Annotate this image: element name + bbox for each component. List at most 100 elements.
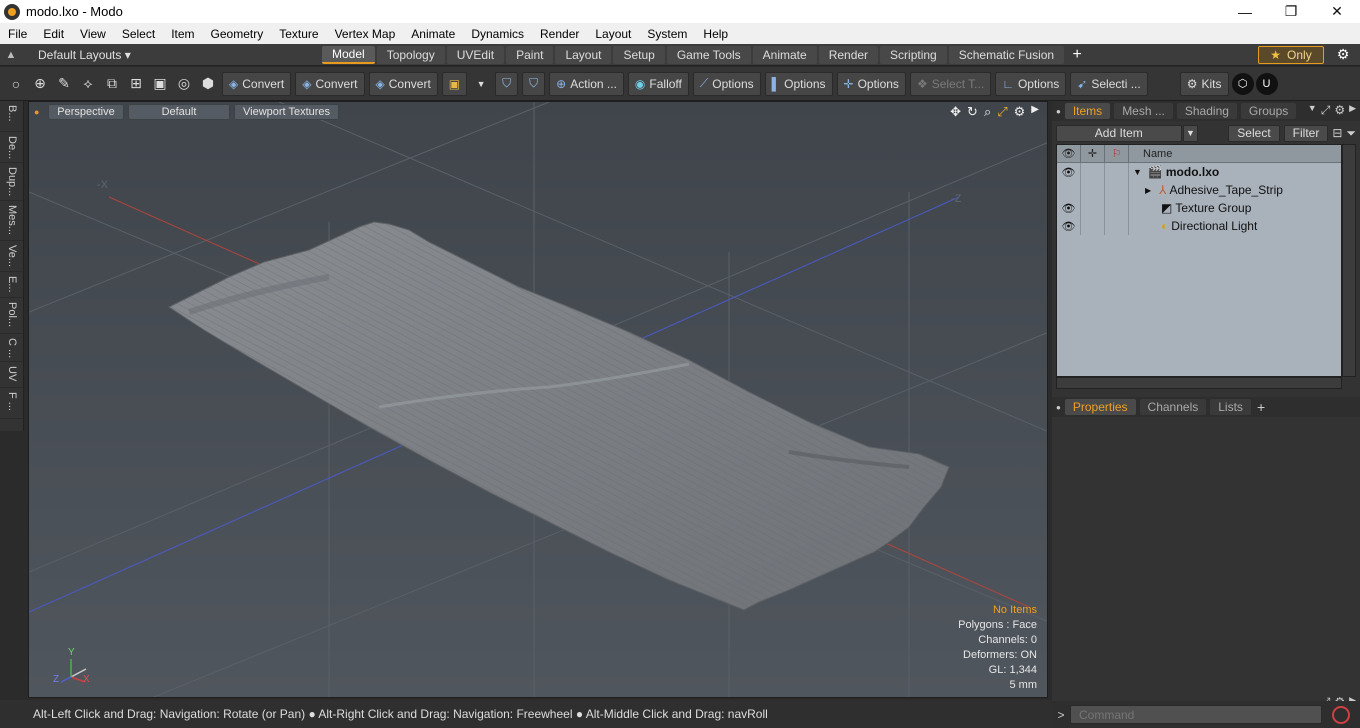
left-tab-mesh-edit[interactable]: Mes...: [0, 201, 23, 241]
record-macro-icon[interactable]: [1332, 705, 1350, 724]
eye-icon[interactable]: 👁: [1057, 217, 1081, 235]
options-button-4[interactable]: ∟ Options: [995, 71, 1067, 96]
tab-schematic-fusion[interactable]: Schematic Fusion: [948, 45, 1065, 64]
workplane-button[interactable]: ⛉: [522, 71, 546, 96]
pen-icon[interactable]: ✎: [53, 73, 75, 95]
tab-topology[interactable]: Topology: [376, 45, 445, 64]
material-mode-icon[interactable]: ◎: [173, 73, 195, 95]
gear-icon[interactable]: ⚙: [1332, 46, 1354, 64]
sphere-icon[interactable]: ⊕: [29, 73, 51, 95]
viewport-canvas[interactable]: -X -Z Y Z X: [29, 102, 1048, 698]
3d-viewport[interactable]: -X -Z Y Z X ● Perspective Default Viewpo…: [28, 101, 1048, 698]
menu-item[interactable]: Item: [163, 27, 202, 41]
options-button-1[interactable]: ⟋ Options: [692, 71, 761, 96]
menu-texture[interactable]: Texture: [271, 27, 326, 41]
chevron-down-icon[interactable]: ▼: [470, 73, 492, 95]
left-tab-polygon[interactable]: Pol...: [0, 298, 23, 334]
tab-scripting[interactable]: Scripting: [880, 45, 947, 64]
minimize-button[interactable]: —: [1222, 0, 1268, 23]
select-button[interactable]: Select: [1228, 124, 1280, 142]
add-item-button[interactable]: Add Item: [1056, 124, 1182, 142]
list-item-modo-lxo[interactable]: 👁 ▼ 🎬 modo.lxo: [1057, 163, 1341, 181]
close-button[interactable]: ✕: [1314, 0, 1360, 23]
item-mode-icon[interactable]: ▣: [149, 73, 171, 95]
collapse-icon[interactable]: ⊟: [1332, 126, 1342, 140]
tab-model[interactable]: Model: [322, 45, 375, 64]
viewport-textures-dropdown[interactable]: Viewport Textures: [234, 104, 340, 120]
name-column-header[interactable]: Name: [1143, 148, 1172, 160]
polygon-mode-icon[interactable]: ⊞: [125, 73, 147, 95]
list-item-texture-group[interactable]: 👁 ◩ Texture Group: [1057, 199, 1341, 217]
vertex-mode-icon[interactable]: ○: [5, 73, 27, 95]
zoom-icon[interactable]: ⌕: [984, 104, 991, 120]
tab-groups[interactable]: Groups: [1240, 103, 1297, 119]
edge-mode-icon[interactable]: ⧉: [101, 73, 123, 95]
add-tab-icon[interactable]: +: [1066, 46, 1088, 64]
viewport-menu-arrow-icon[interactable]: ▶: [1031, 104, 1039, 120]
menu-select[interactable]: Select: [114, 27, 163, 41]
eye-icon[interactable]: 👁: [1057, 199, 1081, 217]
menu-system[interactable]: System: [639, 27, 695, 41]
collapse-arrow-icon[interactable]: ▶: [1145, 186, 1151, 195]
visibility-column-icon[interactable]: 👁: [1057, 144, 1081, 163]
tab-paint[interactable]: Paint: [506, 45, 554, 64]
tab-render[interactable]: Render: [818, 45, 879, 64]
tab-setup[interactable]: Setup: [613, 45, 665, 64]
modo-logo-icon[interactable]: ⬡: [1231, 72, 1254, 95]
menu-geometry[interactable]: Geometry: [203, 27, 272, 41]
convert-button-1[interactable]: ◈ Convert: [222, 71, 292, 96]
maximize-viewport-icon[interactable]: ⤢: [997, 104, 1007, 120]
only-toggle[interactable]: ★ Only: [1258, 46, 1324, 64]
items-horizontal-scrollbar[interactable]: [1056, 377, 1342, 389]
pan-icon[interactable]: ✥: [950, 104, 961, 120]
filter-funnel-icon[interactable]: ⏷: [1346, 126, 1356, 141]
menu-dynamics[interactable]: Dynamics: [463, 27, 532, 41]
left-tab-deform[interactable]: De...: [0, 132, 23, 163]
options-button-2[interactable]: ▌ Options: [764, 71, 833, 96]
convert-button-3[interactable]: ◈ Convert: [368, 71, 438, 96]
tab-items[interactable]: Items: [1064, 103, 1111, 119]
shading-default-dropdown[interactable]: Default: [128, 104, 230, 120]
viewport-gear-icon[interactable]: ⚙: [1014, 104, 1026, 120]
tab-shading[interactable]: Shading: [1176, 103, 1237, 119]
maximize-button[interactable]: ❐: [1268, 0, 1314, 23]
layout-collapse-icon[interactable]: ▲: [0, 44, 22, 66]
tab-animate[interactable]: Animate: [752, 45, 817, 64]
eye-icon[interactable]: 👁: [1057, 163, 1081, 181]
filter-button[interactable]: Filter: [1283, 124, 1329, 142]
add-item-dropdown-icon[interactable]: ▼: [1182, 124, 1199, 142]
panel-arrow-icon[interactable]: ▶: [1349, 103, 1356, 118]
menu-edit[interactable]: Edit: [35, 27, 72, 41]
selection-button[interactable]: ➹ Selecti ...: [1070, 71, 1148, 96]
menu-vertex-map[interactable]: Vertex Map: [327, 27, 404, 41]
left-tab-edge[interactable]: E...: [0, 272, 23, 298]
options-button-3[interactable]: ✛ Options: [836, 71, 906, 96]
tab-uvedit[interactable]: UVEdit: [446, 45, 505, 64]
list-item-adhesive-tape-strip[interactable]: ▶ ⅄ Adhesive_Tape_Strip: [1057, 181, 1341, 199]
brush-icon[interactable]: ⟡: [77, 73, 99, 95]
panel-gear-icon[interactable]: ⚙: [1334, 103, 1345, 118]
tab-properties[interactable]: Properties: [1064, 399, 1136, 415]
kits-button[interactable]: ⚙ Kits: [1179, 71, 1229, 96]
left-tab-fusion[interactable]: F ...: [0, 388, 23, 419]
tab-channels[interactable]: Channels: [1139, 399, 1207, 415]
left-tab-uv[interactable]: UV: [0, 362, 23, 388]
left-tab-duplicate[interactable]: Dup...: [0, 163, 23, 201]
rotate-icon[interactable]: ↻: [967, 104, 978, 120]
items-vertical-scrollbar[interactable]: [1342, 144, 1356, 377]
tab-mesh[interactable]: Mesh ...: [1114, 103, 1173, 119]
menu-help[interactable]: Help: [695, 27, 736, 41]
snap-button[interactable]: ⛉: [495, 71, 519, 96]
falloff-button[interactable]: ◉ Falloff: [627, 71, 689, 96]
expand-arrow-icon[interactable]: ▼: [1133, 167, 1142, 177]
action-center-button[interactable]: ⊕ Action ...: [549, 71, 624, 96]
command-input[interactable]: [1070, 705, 1322, 724]
tab-layout[interactable]: Layout: [555, 45, 612, 64]
menu-animate[interactable]: Animate: [403, 27, 463, 41]
symmetry-button[interactable]: ▣: [441, 71, 468, 96]
default-layouts-dropdown[interactable]: Default Layouts ▾: [22, 48, 322, 62]
chevron-down-icon[interactable]: ▼: [1308, 103, 1317, 118]
render-column-icon[interactable]: ⚐: [1105, 144, 1129, 163]
lock-column-icon[interactable]: ✛: [1081, 144, 1105, 163]
mesh-cube-icon[interactable]: ⬢: [197, 73, 219, 95]
